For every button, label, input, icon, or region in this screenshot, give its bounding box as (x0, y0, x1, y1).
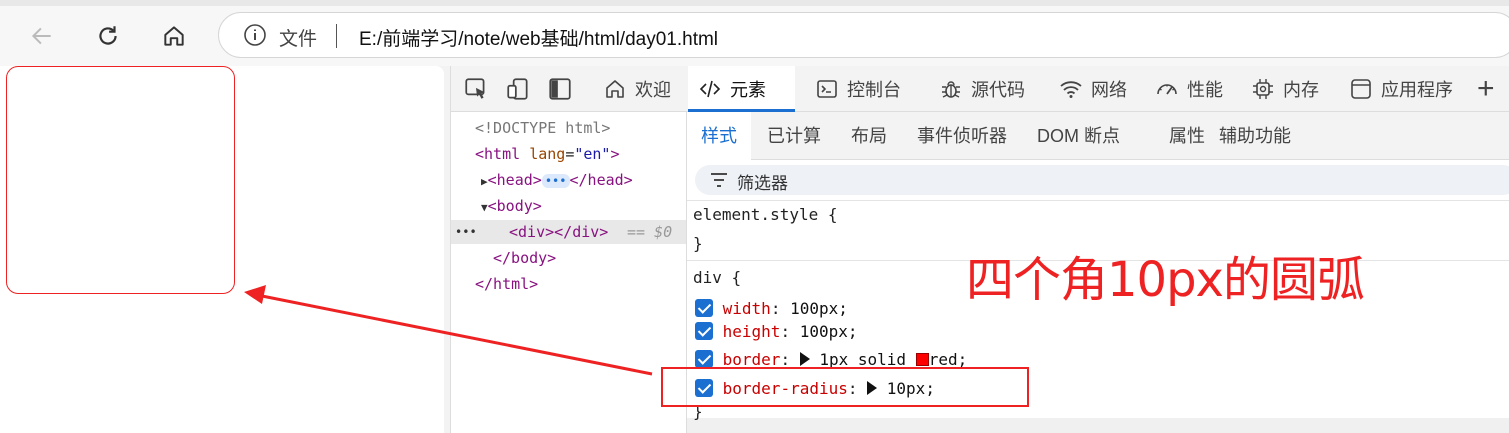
div-selector[interactable]: div { (693, 268, 741, 287)
color-swatch[interactable] (915, 353, 929, 366)
subtab-dom-breakpoints[interactable]: DOM 断点 (1023, 112, 1134, 160)
back-button[interactable] (24, 18, 60, 54)
tab-elements[interactable]: 元素 (688, 66, 795, 112)
tab-label: 应用程序 (1381, 80, 1453, 100)
tree-tag: <body> (487, 197, 542, 215)
tab-label: 性能 (1187, 80, 1223, 100)
chip-icon (1253, 79, 1273, 99)
tree-body-node[interactable]: ▼<body> (481, 194, 542, 218)
subtab-layout[interactable]: 布局 (837, 112, 901, 160)
property-name[interactable]: height (723, 322, 781, 341)
expand-triangle-icon[interactable]: ▶ (481, 170, 488, 194)
browser-toolbar: 文件 E:/前端学习/note/web基础/html/day01.html (0, 0, 1509, 66)
gauge-icon (1157, 84, 1177, 95)
tree-div-node-selected[interactable]: ••• <div></div> == $0 (451, 220, 686, 244)
styles-filter[interactable]: 筛选器 (695, 165, 1509, 195)
tab-performance[interactable]: 性能 (1145, 66, 1233, 112)
rule-close-brace: } (693, 234, 703, 253)
subtab-event-listeners[interactable]: 事件侦听器 (903, 112, 1021, 160)
home-icon (606, 80, 624, 98)
hovered-declaration-row (687, 418, 1509, 433)
filter-label: 筛选器 (737, 174, 788, 193)
address-bar[interactable]: 文件 E:/前端学习/note/web基础/html/day01.html (218, 12, 1509, 58)
collapsed-content-icon[interactable]: ••• (541, 173, 570, 188)
element-style-selector[interactable]: element.style { (693, 205, 838, 224)
subtab-accessibility[interactable]: 辅助功能 (1205, 112, 1305, 160)
divider (687, 200, 1509, 201)
subtab-computed[interactable]: 已计算 (753, 112, 835, 160)
devtools-toolbar: 欢迎 元素 控制台 源代码 网络 性能 内存 应用程序 + (451, 66, 1509, 112)
tab-label: 源代码 (971, 80, 1025, 100)
property-value[interactable]: 100px; (800, 322, 858, 341)
dock-side-icon[interactable] (547, 76, 573, 102)
tab-network[interactable]: 网络 (1049, 66, 1137, 112)
device-toggle-icon[interactable] (505, 76, 531, 102)
subtab-styles[interactable]: 样式 (687, 112, 751, 160)
collapse-triangle-icon[interactable]: ▼ (481, 196, 488, 220)
declaration-width[interactable]: width: 100px; (695, 299, 848, 318)
tree-tag: > (610, 145, 620, 163)
home-icon (164, 26, 184, 46)
tree-attr-name: lang (529, 145, 566, 163)
refresh-button[interactable] (90, 18, 126, 54)
bug-icon (942, 81, 960, 98)
page-viewport (0, 66, 444, 433)
tree-doctype[interactable]: <!DOCTYPE html> (475, 116, 610, 140)
tab-sources[interactable]: 源代码 (929, 66, 1035, 112)
declaration-checkbox[interactable] (695, 299, 713, 317)
annotation-highlight-box (661, 367, 1029, 407)
expand-shorthand-icon[interactable] (799, 352, 810, 366)
property-name[interactable]: width (723, 299, 771, 318)
declaration-height[interactable]: height: 100px; (695, 322, 858, 341)
tab-label: 内存 (1283, 80, 1319, 100)
declaration-checkbox[interactable] (695, 350, 713, 368)
refresh-icon (99, 26, 117, 45)
tree-tag: </head> (569, 171, 633, 189)
tab-label: 元素 (730, 80, 766, 100)
tab-label: 控制台 (847, 80, 901, 100)
elements-tree: <!DOCTYPE html> <html lang="en"> ▶<head>… (451, 112, 687, 433)
info-icon[interactable] (243, 23, 267, 47)
tab-application[interactable]: 应用程序 (1339, 66, 1463, 112)
tab-label: 欢迎 (635, 80, 671, 100)
address-url[interactable]: E:/前端学习/note/web基础/html/day01.html (359, 24, 718, 51)
more-tools-button[interactable]: + (1477, 72, 1495, 106)
address-separator (336, 24, 337, 48)
tree-body-close[interactable]: </body> (493, 246, 556, 270)
tab-welcome[interactable]: 欢迎 (593, 66, 681, 112)
app-icon (1351, 79, 1371, 99)
home-button[interactable] (156, 18, 192, 54)
code-icon (699, 80, 721, 98)
tree-attr-value: "en" (574, 145, 611, 163)
tree-tag: <div></div> (509, 223, 609, 241)
address-scheme-label: 文件 (279, 29, 318, 50)
tree-html-close[interactable]: </html> (475, 272, 538, 296)
styles-subtabs: 样式 已计算 布局 事件侦听器 DOM 断点 属性 辅助功能 (687, 112, 1509, 160)
tree-tag: <html (475, 145, 521, 163)
node-actions-icon[interactable]: ••• (455, 220, 477, 244)
tab-strip (0, 0, 1509, 6)
declaration-checkbox[interactable] (695, 322, 713, 340)
tab-memory[interactable]: 内存 (1241, 66, 1329, 112)
filter-icon (711, 173, 727, 187)
tree-tag: <head> (487, 171, 542, 189)
annotation-text: 四个角10px的圆弧 (966, 252, 1365, 308)
inspect-icon[interactable] (463, 76, 489, 102)
console-icon (817, 80, 837, 98)
tree-head-node[interactable]: ▶<head> ••• </head> (481, 168, 633, 192)
tab-label: 网络 (1091, 80, 1127, 100)
tab-console[interactable]: 控制台 (805, 66, 911, 112)
tree-node-ref: == $0 (627, 223, 673, 241)
property-value[interactable]: 100px; (790, 299, 848, 318)
arrow-left-icon (31, 27, 51, 45)
wifi-icon (1060, 81, 1082, 98)
tree-html-node[interactable]: <html lang="en"> (475, 142, 620, 166)
rounded-div-preview (6, 66, 235, 294)
